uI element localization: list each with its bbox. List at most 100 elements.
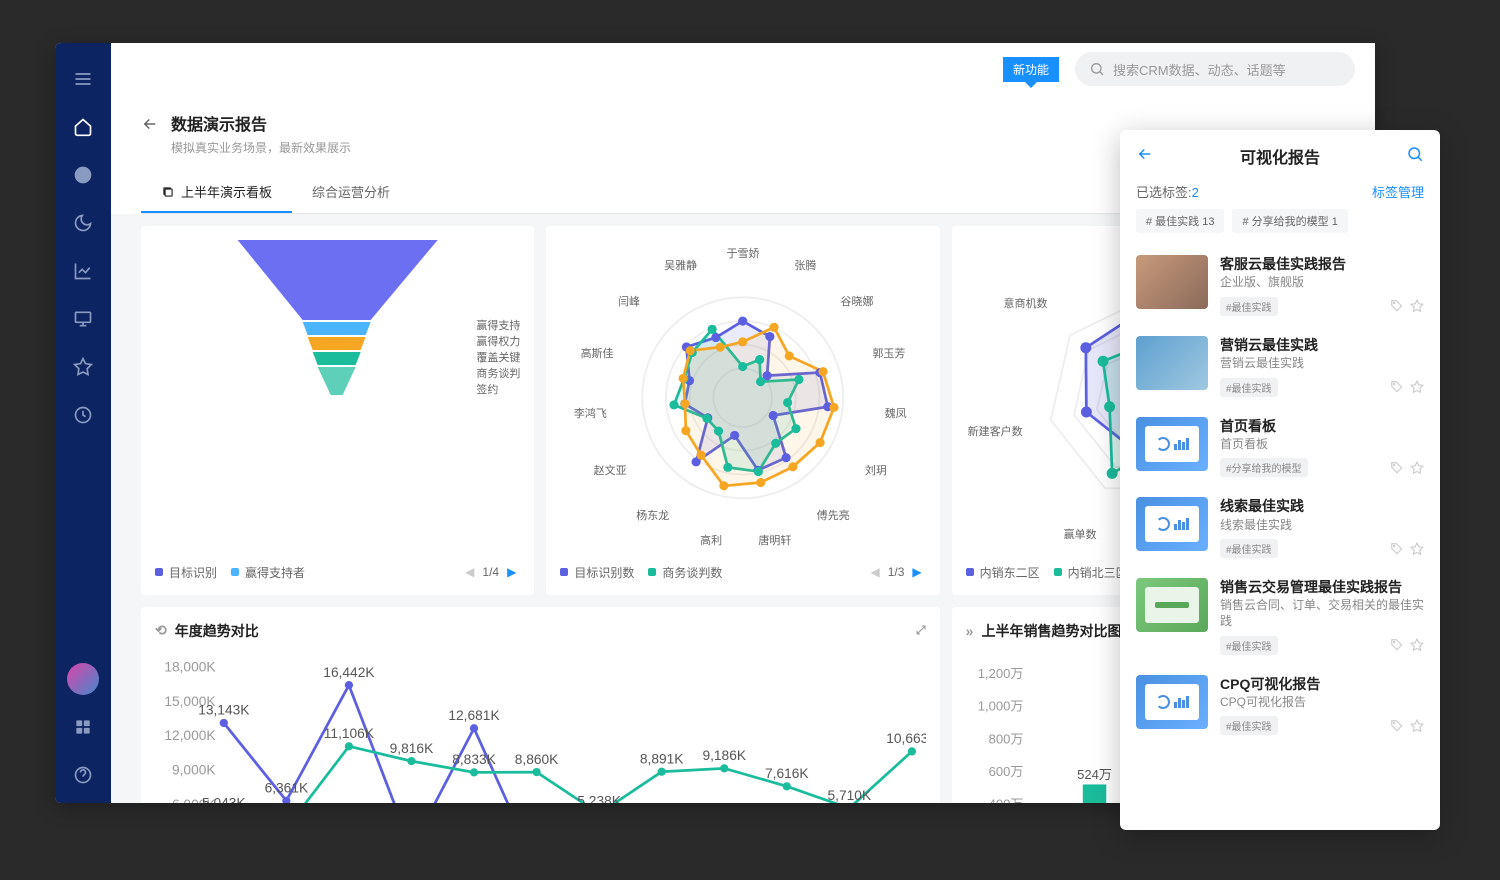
- tag-icon[interactable]: [1390, 461, 1404, 475]
- report-tag: #最佳实践: [1220, 636, 1278, 655]
- line-card: ⟲ 年度趋势对比 ⤢ 0K3,000K6,000K9,000K12,000K15…: [141, 607, 940, 803]
- report-item[interactable]: 线索最佳实践线索最佳实践#最佳实践: [1120, 487, 1440, 568]
- report-item[interactable]: CPQ可视化报告 CPQ可视化报告 #最佳实践: [1120, 665, 1440, 746]
- panel-back-icon[interactable]: [1136, 145, 1154, 168]
- svg-text:12,000K: 12,000K: [164, 728, 216, 743]
- menu-icon[interactable]: [63, 59, 103, 99]
- svg-text:12,681K: 12,681K: [448, 708, 500, 723]
- svg-text:10,663K: 10,663K: [886, 731, 925, 746]
- star-icon[interactable]: [1410, 461, 1424, 475]
- star-icon[interactable]: [1410, 542, 1424, 556]
- svg-text:7,616K: 7,616K: [765, 766, 809, 781]
- svg-text:6,361K: 6,361K: [265, 780, 309, 795]
- new-feature-badge[interactable]: 新功能: [1003, 57, 1059, 82]
- link-icon: ⟲: [155, 622, 167, 639]
- copy-icon: [161, 185, 175, 199]
- home-icon[interactable]: [63, 107, 103, 147]
- report-tag: #最佳实践: [1220, 297, 1278, 316]
- tag-icon[interactable]: [1390, 299, 1404, 313]
- report-title: 营销云最佳实践: [1220, 336, 1424, 354]
- panel-title: 可视化报告: [1240, 144, 1320, 168]
- tag-icon[interactable]: [1390, 380, 1404, 394]
- tag-icon[interactable]: [1390, 638, 1404, 652]
- tag-count: 已选标签:2: [1136, 182, 1199, 201]
- star-icon[interactable]: [1410, 719, 1424, 733]
- report-item[interactable]: 首页看板首页看板#分享给我的模型: [1120, 407, 1440, 488]
- star-icon[interactable]: [1410, 299, 1424, 313]
- apps-icon[interactable]: [63, 707, 103, 747]
- report-item[interactable]: 销售云交易管理最佳实践报告销售云合同、订单、交易相关的最佳实践 #最佳实践: [1120, 568, 1440, 664]
- sidebar: [55, 43, 111, 803]
- report-title: 线索最佳实践: [1220, 497, 1424, 515]
- tab-analysis[interactable]: 综合运营分析: [292, 172, 410, 213]
- tab-dashboard[interactable]: 上半年演示看板: [141, 172, 292, 213]
- star-icon[interactable]: [1410, 380, 1424, 394]
- pager-next[interactable]: ▶: [503, 565, 520, 579]
- chart-icon[interactable]: [63, 251, 103, 291]
- svg-text:1,200万: 1,200万: [977, 666, 1023, 681]
- report-sub: 线索最佳实践: [1220, 518, 1424, 534]
- svg-text:1,000万: 1,000万: [977, 698, 1023, 713]
- top-bar: 新功能 搜索CRM数据、动态、话题等: [111, 43, 1375, 95]
- funnel-labels: 赢得支持 赢得权力 覆盖关键 商务谈判 签约: [476, 318, 520, 398]
- pager-prev[interactable]: ◀: [866, 565, 883, 579]
- svg-text:18,000K: 18,000K: [164, 659, 216, 674]
- star-icon[interactable]: [63, 347, 103, 387]
- svg-text:11,106K: 11,106K: [324, 726, 375, 741]
- card-title-text: 年度趋势对比: [175, 621, 259, 641]
- report-title: 客服云最佳实践报告: [1220, 255, 1424, 273]
- report-sub: 营销云最佳实践: [1220, 356, 1424, 372]
- report-title: 销售云交易管理最佳实践报告: [1220, 578, 1424, 596]
- pager-next[interactable]: ▶: [908, 565, 925, 579]
- svg-text:8,860K: 8,860K: [515, 751, 559, 766]
- svg-text:5,043K: 5,043K: [202, 795, 246, 803]
- page-subtitle: 模拟真实业务场景，最新效果展示: [171, 139, 351, 156]
- svg-text:8,833K: 8,833K: [452, 752, 496, 767]
- moon-icon[interactable]: [63, 203, 103, 243]
- report-item[interactable]: 营销云最佳实践营销云最佳实践#最佳实践: [1120, 326, 1440, 407]
- search-placeholder: 搜索CRM数据、动态、话题等: [1113, 60, 1286, 79]
- side-panel: 可视化报告 已选标签:2 标签管理 # 最佳实践 13 # 分享给我的模型 1 …: [1120, 130, 1440, 830]
- svg-text:13,143K: 13,143K: [198, 702, 250, 717]
- report-tag: #分享给我的模型: [1220, 458, 1308, 477]
- report-list: 客服云最佳实践报告企业版、旗舰版#最佳实践营销云最佳实践营销云最佳实践#最佳实践…: [1120, 245, 1440, 824]
- arrow-icon: »: [966, 623, 974, 639]
- report-sub: 首页看板: [1220, 437, 1424, 453]
- report-tag: #最佳实践: [1220, 716, 1278, 735]
- clock-icon[interactable]: [63, 395, 103, 435]
- report-title: CPQ可视化报告: [1220, 675, 1424, 693]
- tab-label: 综合运营分析: [312, 182, 390, 201]
- svg-text:600万: 600万: [988, 763, 1023, 778]
- star-icon[interactable]: [1410, 638, 1424, 652]
- radar-chart: [560, 240, 925, 556]
- page-title: 数据演示报告: [171, 111, 351, 135]
- tag-chips: # 最佳实践 13 # 分享给我的模型 1: [1120, 209, 1440, 245]
- tag-icon[interactable]: [1390, 542, 1404, 556]
- chip[interactable]: # 分享给我的模型 1: [1232, 209, 1347, 233]
- radar-card-1: 于雪娇张腾谷晓娜郭玉芳魏凤刘玥傅先亮唐明轩高利杨东龙赵文亚李鸿飞高斯佳闫峰吴雅静…: [546, 226, 939, 595]
- funnel-card: 赢得支持 赢得权力 覆盖关键 商务谈判 签约 目标识别 赢得支持者 ◀ 1/4 …: [141, 226, 534, 595]
- report-sub: 销售云合同、订单、交易相关的最佳实践: [1220, 598, 1424, 629]
- report-item[interactable]: 客服云最佳实践报告企业版、旗舰版#最佳实践: [1120, 245, 1440, 326]
- report-sub: CPQ可视化报告: [1220, 695, 1424, 711]
- card-title-text: 上半年销售趋势对比图: [981, 621, 1121, 641]
- avatar[interactable]: [67, 663, 99, 695]
- search-input[interactable]: 搜索CRM数据、动态、话题等: [1075, 52, 1355, 86]
- tag-manage-link[interactable]: 标签管理: [1372, 182, 1424, 201]
- expand-icon[interactable]: ⤢: [916, 623, 926, 638]
- funnel-chart: [155, 240, 520, 400]
- svg-text:9,816K: 9,816K: [390, 740, 434, 755]
- panel-search-icon[interactable]: [1406, 145, 1424, 168]
- svg-text:16,442K: 16,442K: [323, 664, 375, 679]
- svg-text:400万: 400万: [988, 796, 1023, 803]
- chip[interactable]: # 最佳实践 13: [1136, 209, 1224, 233]
- monitor-icon[interactable]: [63, 299, 103, 339]
- svg-text:5,710K: 5,710K: [828, 787, 872, 802]
- help-icon[interactable]: [63, 755, 103, 795]
- back-icon[interactable]: [141, 115, 159, 138]
- pie-icon[interactable]: [63, 155, 103, 195]
- svg-text:9,000K: 9,000K: [172, 762, 216, 777]
- svg-text:800万: 800万: [988, 731, 1023, 746]
- tag-icon[interactable]: [1390, 719, 1404, 733]
- pager-prev[interactable]: ◀: [461, 565, 478, 579]
